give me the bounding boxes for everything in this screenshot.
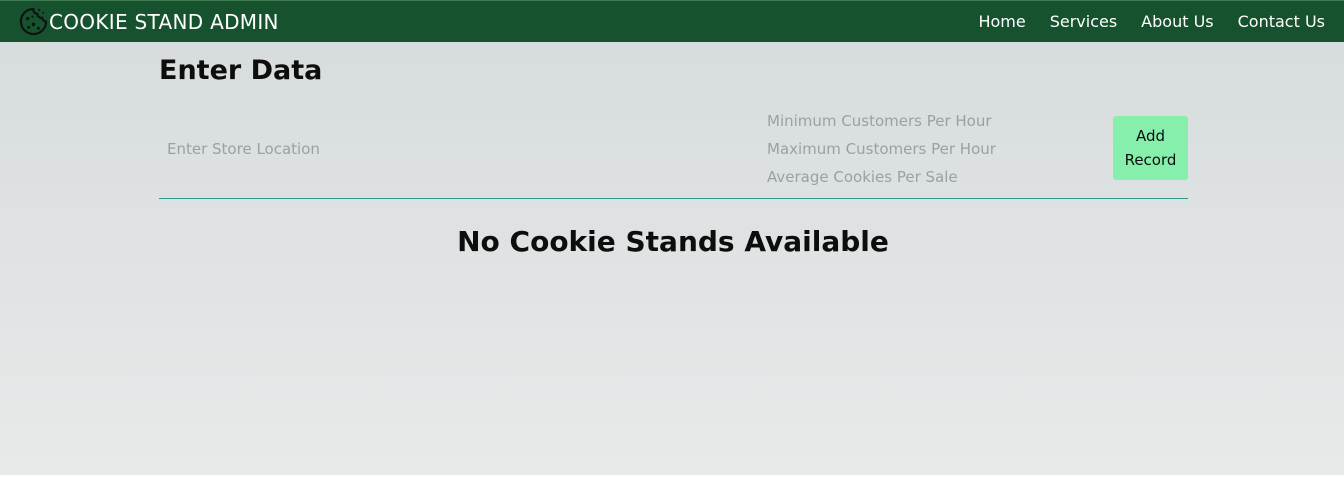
nav-link-contact-us[interactable]: Contact Us	[1238, 12, 1325, 31]
form-heading: Enter Data	[159, 55, 323, 86]
min-customers-input[interactable]	[759, 109, 1105, 133]
store-location-input[interactable]	[159, 136, 755, 162]
add-record-button[interactable]: Add Record	[1113, 116, 1188, 180]
cookie-icon	[18, 6, 49, 37]
main-nav: Home Services About Us Contact Us	[954, 12, 1325, 31]
form-divider	[159, 198, 1188, 199]
nav-link-services[interactable]: Services	[1050, 12, 1117, 31]
app-title: COOKIE STAND ADMIN	[49, 9, 279, 34]
main-content: Enter Data Add Record No Cookie Stands A…	[0, 42, 1344, 475]
empty-state-message: No Cookie Stands Available	[457, 225, 889, 258]
nav-link-home[interactable]: Home	[978, 12, 1025, 31]
avg-cookies-input[interactable]	[759, 165, 1105, 189]
top-navbar: COOKIE STAND ADMIN Home Services About U…	[0, 0, 1344, 42]
cookie-stand-admin-app: COOKIE STAND ADMIN Home Services About U…	[0, 0, 1344, 477]
max-customers-input[interactable]	[759, 137, 1105, 161]
brand[interactable]: COOKIE STAND ADMIN	[18, 6, 279, 37]
nav-link-about-us[interactable]: About Us	[1141, 12, 1213, 31]
